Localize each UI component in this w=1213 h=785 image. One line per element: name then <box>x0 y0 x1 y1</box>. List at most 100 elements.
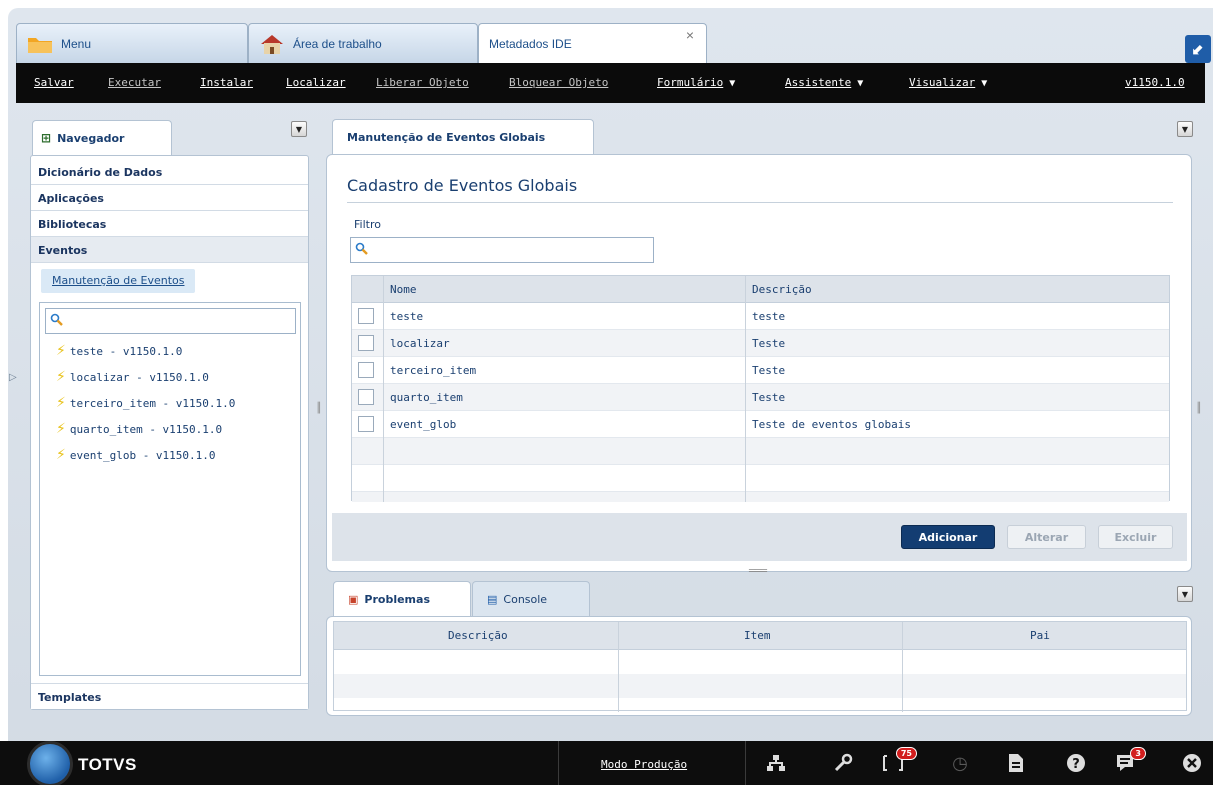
lightning-icon: ⚡ <box>56 447 66 463</box>
main-panel-menu-button[interactable]: ▼ <box>1177 121 1193 137</box>
version-label[interactable]: v1150.1.0 <box>1125 76 1185 89</box>
wrench-icon[interactable] <box>831 751 855 775</box>
messages-icon[interactable]: 3 <box>1114 747 1146 775</box>
row-checkbox[interactable] <box>358 362 374 378</box>
sitemap-icon[interactable] <box>764 751 788 775</box>
problems-panel: Descrição Item Pai <box>326 616 1192 716</box>
lightning-icon: ⚡ <box>56 369 66 385</box>
tree-item[interactable]: ⚡ teste - v1150.1.0 <box>56 343 182 359</box>
table-row[interactable]: terceiro_item Teste <box>352 357 1169 384</box>
vertical-splitter-handle[interactable]: ║ <box>1196 403 1202 414</box>
tab-problemas[interactable]: ▣ Problemas <box>333 581 471 617</box>
nav-aplicacoes[interactable]: Aplicações <box>31 185 308 211</box>
column-header-item[interactable]: Item <box>744 629 771 642</box>
nav-bibliotecas[interactable]: Bibliotecas <box>31 211 308 237</box>
nav-templates[interactable]: Templates <box>31 683 308 709</box>
tab-console[interactable]: ▤ Console <box>472 581 590 617</box>
nav-dicionario[interactable]: Dicionário de Dados <box>31 159 308 185</box>
tree-item-label: terceiro_item - v1150.1.0 <box>69 396 236 410</box>
clock-icon: ◷ <box>952 752 968 774</box>
cell-nome: teste <box>390 310 424 323</box>
tree-item[interactable]: ⚡ event_glob - v1150.1.0 <box>56 447 216 463</box>
filter-label: Filtro <box>354 218 381 231</box>
menu-visualizar[interactable]: Visualizar ▼ <box>909 76 987 89</box>
horizontal-splitter-handle[interactable]: ═══ <box>749 566 767 577</box>
table-row[interactable]: event_glob Teste de eventos globais <box>352 411 1169 438</box>
tree-item[interactable]: ⚡ quarto_item - v1150.1.0 <box>56 421 222 437</box>
chevron-down-icon: ▼ <box>981 78 988 89</box>
table-row[interactable]: quarto_item Teste <box>352 384 1169 411</box>
column-header-descricao[interactable]: Descrição <box>448 629 508 642</box>
menu-liberar-objeto[interactable]: Liberar Objeto <box>376 76 469 89</box>
lightning-icon: ⚡ <box>56 343 66 359</box>
row-checkbox[interactable] <box>358 335 374 351</box>
messages-badge: 3 <box>1130 747 1146 760</box>
menu-localizar[interactable]: Localizar <box>286 76 346 89</box>
tab-navegador[interactable]: ⊞ Navegador <box>32 120 172 155</box>
column-divider <box>745 276 746 502</box>
delete-button[interactable]: Excluir <box>1098 525 1173 549</box>
production-mode-link[interactable]: Modo Produção <box>601 758 687 771</box>
nav-eventos[interactable]: Eventos <box>31 237 308 263</box>
collapse-arrow-icon[interactable]: ⬋ <box>1185 35 1211 63</box>
tab-manutencao-eventos-globais[interactable]: Manutenção de Eventos Globais <box>332 119 594 155</box>
nav-dicionario-label: Dicionário de Dados <box>38 166 163 179</box>
table-row[interactable]: localizar Teste <box>352 330 1169 357</box>
footer-bar: TOTVS Modo Produção 75 ◷ ? 3 <box>0 741 1213 785</box>
table-row-empty <box>334 650 1186 674</box>
filter-input[interactable] <box>350 237 654 263</box>
add-button[interactable]: Adicionar <box>901 525 995 549</box>
nav-bibliotecas-label: Bibliotecas <box>38 218 107 231</box>
edit-button[interactable]: Alterar <box>1007 525 1086 549</box>
close-icon[interactable] <box>1180 751 1204 775</box>
tree-item[interactable]: ⚡ localizar - v1150.1.0 <box>56 369 209 385</box>
cell-descricao: Teste <box>752 391 786 404</box>
tree-item[interactable]: ⚡ terceiro_item - v1150.1.0 <box>56 395 235 411</box>
column-header-descricao[interactable]: Descrição <box>752 283 812 296</box>
close-icon[interactable]: × <box>686 27 694 43</box>
menu-formulario[interactable]: Formulário ▼ <box>657 76 735 89</box>
document-icon[interactable] <box>1004 751 1028 775</box>
tab-menu[interactable]: Menu <box>16 23 248 63</box>
page-title: Cadastro de Eventos Globais <box>347 176 578 195</box>
navigator-menu-button[interactable]: ▼ <box>291 121 307 137</box>
row-checkbox[interactable] <box>358 308 374 324</box>
tree-search-input[interactable] <box>45 308 296 334</box>
column-divider <box>618 622 619 712</box>
button-bar: Adicionar Alterar Excluir <box>332 513 1187 561</box>
tab-area-trabalho-label: Área de trabalho <box>293 36 382 51</box>
tree-item-label: teste - v1150.1.0 <box>69 344 183 358</box>
menu-visualizar-label: Visualizar <box>909 76 976 89</box>
expand-left-icon[interactable]: ▷ <box>9 372 17 383</box>
tab-manutencao-eventos-globais-label: Manutenção de Eventos Globais <box>347 131 546 144</box>
house-icon <box>259 33 285 55</box>
menu-executar[interactable]: Executar <box>108 76 161 89</box>
notifications-icon[interactable]: 75 <box>881 747 917 775</box>
table-row-empty <box>334 674 1186 698</box>
menu-bloquear-objeto[interactable]: Bloquear Objeto <box>509 76 608 89</box>
row-checkbox[interactable] <box>358 389 374 405</box>
help-icon[interactable]: ? <box>1064 751 1088 775</box>
menu-instalar[interactable]: Instalar <box>200 76 253 89</box>
row-checkbox[interactable] <box>358 416 374 432</box>
menu-assistente[interactable]: Assistente ▼ <box>785 76 863 89</box>
column-header-pai[interactable]: Pai <box>1030 629 1050 642</box>
lightning-icon: ⚡ <box>56 421 66 437</box>
folder-icon <box>27 33 53 55</box>
footer-divider <box>745 741 746 785</box>
column-header-nome[interactable]: Nome <box>390 283 417 296</box>
cell-descricao: Teste <box>752 364 786 377</box>
console-icon: ▤ <box>487 593 498 606</box>
problems-icon: ▣ <box>348 593 359 606</box>
vertical-splitter-handle[interactable]: ║ <box>316 403 322 414</box>
problems-menu-button[interactable]: ▼ <box>1177 586 1193 602</box>
cell-nome: terceiro_item <box>390 364 477 377</box>
manutencao-eventos-link[interactable]: Manutenção de Eventos <box>41 269 196 293</box>
tab-metadados-ide[interactable]: Metadados IDE × <box>478 23 707 63</box>
tab-area-trabalho[interactable]: Área de trabalho <box>248 23 478 63</box>
table-row[interactable]: teste teste <box>352 303 1169 330</box>
brand-name: TOTVS <box>78 755 137 774</box>
problems-table: Descrição Item Pai <box>333 621 1187 712</box>
menu-salvar[interactable]: Salvar <box>34 76 74 89</box>
cell-descricao: teste <box>752 310 786 323</box>
